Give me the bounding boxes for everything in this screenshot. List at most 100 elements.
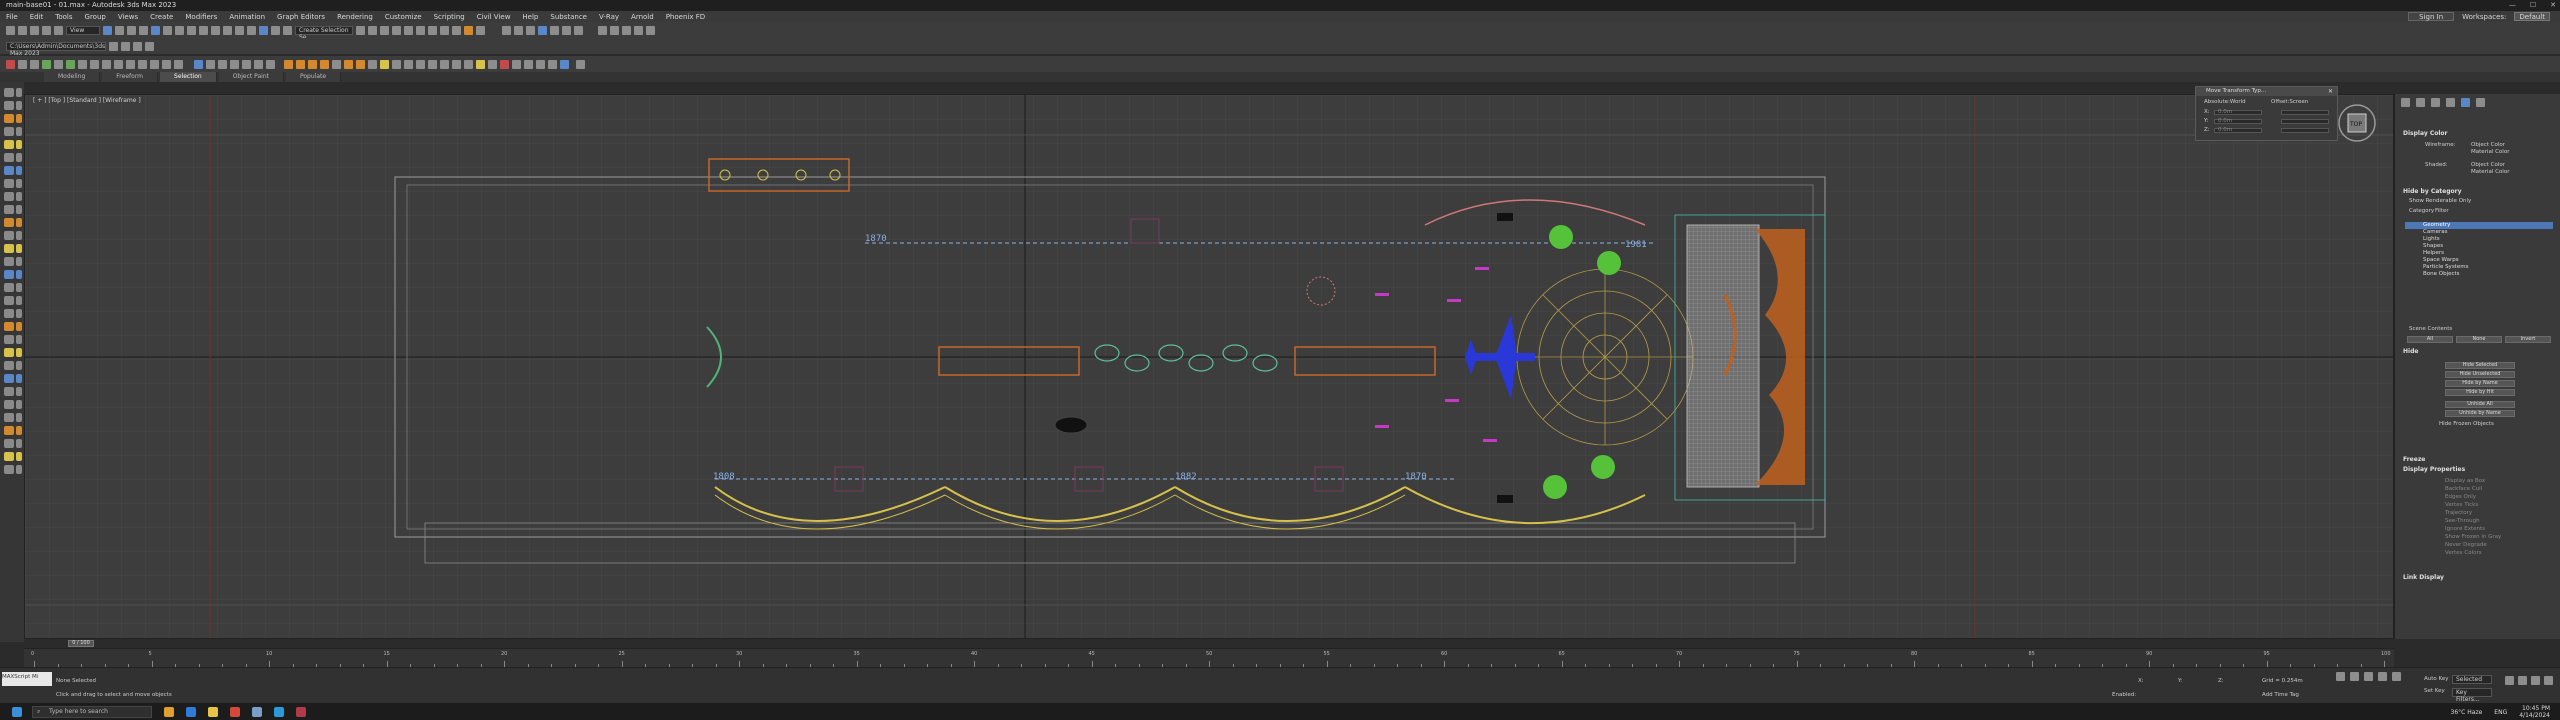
- phoenix-icon[interactable]: [404, 59, 413, 69]
- tool-icon[interactable]: [102, 59, 111, 69]
- play-icon[interactable]: [2364, 672, 2373, 681]
- help-icon[interactable]: [576, 59, 585, 69]
- weather-widget[interactable]: 36°C Haze: [2451, 709, 2483, 716]
- tool-icon[interactable]: [126, 59, 135, 69]
- zoom-icon[interactable]: [2505, 676, 2514, 685]
- tool-icon[interactable]: [150, 59, 159, 69]
- window-crossing-icon[interactable]: [139, 25, 148, 35]
- go-to-end-icon[interactable]: [2392, 672, 2401, 681]
- category-shapes[interactable]: Shapes: [2405, 243, 2553, 250]
- left-tool-icon[interactable]: [4, 335, 14, 344]
- scale-icon[interactable]: [175, 25, 184, 35]
- vray-asset-icon[interactable]: [562, 25, 571, 35]
- left-tool-icon[interactable]: [4, 205, 14, 214]
- left-tool-icon[interactable]: [4, 244, 14, 253]
- left-tool-icon[interactable]: [16, 335, 22, 344]
- category-geometry[interactable]: Geometry: [2405, 222, 2553, 229]
- render-online-icon[interactable]: [476, 25, 485, 35]
- file-explorer-icon[interactable]: [208, 706, 218, 717]
- edge-browser-icon[interactable]: [186, 706, 196, 717]
- toggle-ribbon-icon[interactable]: [392, 25, 401, 35]
- left-tool-icon[interactable]: [4, 218, 14, 227]
- stop-icon[interactable]: [218, 59, 227, 69]
- app-icon[interactable]: [296, 706, 306, 717]
- tab-object-paint[interactable]: Object Paint: [218, 72, 284, 82]
- phoenix-icon[interactable]: [440, 59, 449, 69]
- pivot-icon[interactable]: [211, 25, 220, 35]
- menu-modifiers[interactable]: Modifiers: [185, 13, 217, 21]
- arrow-icon[interactable]: [598, 25, 607, 35]
- left-tool-icon[interactable]: [16, 101, 22, 110]
- display-tab-icon[interactable]: [2461, 98, 2470, 107]
- vray-lister-icon[interactable]: [550, 25, 559, 35]
- hide-frozen-checkbox[interactable]: Hide Frozen Objects: [2439, 421, 2494, 427]
- none-button[interactable]: None: [2456, 336, 2502, 343]
- left-tool-icon[interactable]: [4, 361, 14, 370]
- maxscript-listener[interactable]: MAXScript Mi: [2, 672, 52, 686]
- select-object-icon[interactable]: [103, 25, 112, 35]
- menu-edit[interactable]: Edit: [30, 13, 44, 21]
- wireframe-material-color-radio[interactable]: Material Color: [2471, 149, 2509, 155]
- menu-vray[interactable]: V-Ray: [599, 13, 619, 21]
- spinner-snap-icon[interactable]: [271, 25, 280, 35]
- align-icon[interactable]: [368, 25, 377, 35]
- left-tool-icon[interactable]: [16, 205, 22, 214]
- curve-editor-icon[interactable]: [404, 25, 413, 35]
- project-path-field[interactable]: C:\Users\Admin\Documents\3ds Max 2023: [6, 41, 106, 57]
- left-tool-icon[interactable]: [4, 114, 14, 123]
- left-tool-icon[interactable]: [4, 153, 14, 162]
- hide-heading[interactable]: Hide: [2403, 348, 2418, 355]
- unhide-all-button[interactable]: Unhide All: [2445, 401, 2515, 408]
- layer-explorer-icon[interactable]: [380, 25, 389, 35]
- left-tool-icon[interactable]: [4, 140, 14, 149]
- left-tool-icon[interactable]: [16, 166, 22, 175]
- tool-icon[interactable]: [266, 59, 275, 69]
- left-tool-icon[interactable]: [4, 413, 14, 422]
- left-tool-icon[interactable]: [4, 322, 14, 331]
- show-renderable-only-checkbox[interactable]: Show Renderable Only: [2409, 198, 2471, 204]
- snaps-toggle-icon[interactable]: [235, 25, 244, 35]
- rendered-frame-window-icon[interactable]: [452, 25, 461, 35]
- folder-icon[interactable]: [133, 41, 142, 51]
- left-tool-icon[interactable]: [4, 296, 14, 305]
- category-bone-objects[interactable]: Bone Objects: [2405, 271, 2553, 278]
- 3ds-max-icon[interactable]: [274, 706, 284, 717]
- app-icon[interactable]: [252, 706, 262, 717]
- tab-populate[interactable]: Populate: [285, 72, 342, 82]
- left-tool-icon[interactable]: [4, 387, 14, 396]
- circle-icon[interactable]: [646, 25, 655, 35]
- left-tool-icon[interactable]: [16, 361, 22, 370]
- left-tool-icon[interactable]: [4, 426, 14, 435]
- mirror-icon[interactable]: [356, 25, 365, 35]
- undo-icon[interactable]: [6, 25, 15, 35]
- left-tool-icon[interactable]: [4, 283, 14, 292]
- tool-icon[interactable]: [54, 59, 63, 69]
- hide-selected-button[interactable]: Hide Selected: [2445, 362, 2515, 369]
- menu-graph-editors[interactable]: Graph Editors: [277, 13, 325, 21]
- prop-display-as-box[interactable]: Display as Box: [2445, 478, 2485, 484]
- key-filters-button[interactable]: Key Filters...: [2452, 688, 2492, 703]
- category-helpers[interactable]: Helpers: [2405, 250, 2553, 257]
- folder-icon[interactable]: [109, 41, 118, 51]
- left-tool-icon[interactable]: [16, 231, 22, 240]
- display-properties-heading[interactable]: Display Properties: [2403, 466, 2465, 473]
- left-tool-icon[interactable]: [16, 322, 22, 331]
- prop-ignore-extents[interactable]: Ignore Extents: [2445, 526, 2485, 532]
- auto-key-button[interactable]: Auto Key: [2424, 676, 2449, 682]
- shaded-material-color-radio[interactable]: Material Color: [2471, 169, 2509, 175]
- previous-frame-icon[interactable]: [2350, 672, 2359, 681]
- left-tool-icon[interactable]: [4, 231, 14, 240]
- chrome-icon[interactable]: [230, 706, 240, 717]
- pause-icon[interactable]: [206, 59, 215, 69]
- left-tool-icon[interactable]: [16, 296, 22, 305]
- prop-show-frozen-in-gray[interactable]: Show Frozen in Gray: [2445, 534, 2501, 540]
- phoenix-fire-icon[interactable]: [320, 59, 329, 69]
- left-tool-icon[interactable]: [4, 465, 14, 474]
- menu-views[interactable]: Views: [118, 13, 138, 21]
- render-production-icon[interactable]: [464, 25, 473, 35]
- menu-create[interactable]: Create: [150, 13, 173, 21]
- filter-tab[interactable]: Filter: [2435, 208, 2449, 214]
- selection-filter-dropdown[interactable]: View: [66, 25, 100, 35]
- phoenix-icon[interactable]: [452, 59, 461, 69]
- keyboard-shortcut-icon[interactable]: [223, 25, 232, 35]
